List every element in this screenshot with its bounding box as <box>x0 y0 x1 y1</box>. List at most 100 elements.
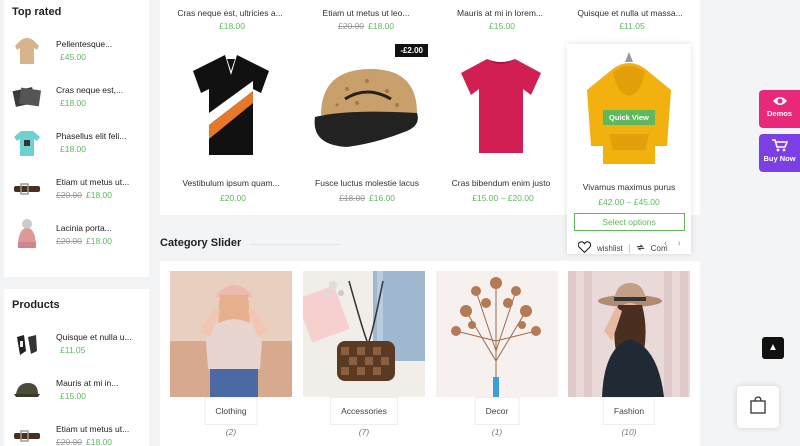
price: £15.00 <box>60 391 86 401</box>
category-card[interactable]: Fashion (10) <box>568 271 690 441</box>
category-label[interactable]: Accessories <box>330 397 398 425</box>
demos-button[interactable]: Demos <box>759 90 800 128</box>
product-card[interactable]: Vestibulum ipsum quam... £20.00 <box>166 40 296 210</box>
product-name[interactable]: Mauris at mi in... <box>56 377 118 390</box>
category-slider: Clothing (2) Accessories (7) Decor (1) F… <box>160 261 700 446</box>
old-price: £20.00 <box>56 236 82 246</box>
product-thumbnail[interactable] <box>12 373 42 407</box>
product-image[interactable] <box>166 40 296 170</box>
price: £11.05 <box>60 345 86 355</box>
price: £18.00 <box>60 98 86 108</box>
old-price: £20.00 <box>338 21 364 31</box>
price: £16.00 <box>369 193 395 203</box>
price: £11.05 <box>619 21 645 31</box>
section-title: Category Slider <box>160 237 242 249</box>
category-count: (1) <box>491 427 503 437</box>
category-card[interactable]: Accessories (7) <box>303 271 425 441</box>
product-thumbnail[interactable] <box>12 80 42 114</box>
product-card[interactable]: -£2.00 Fusce luctus molestie lacus £18.0… <box>302 40 432 210</box>
products-widget: Products Quisque et nulla u... £11.05 Ma… <box>4 289 149 446</box>
buy-now-button[interactable]: Buy Now <box>759 134 800 172</box>
product-card[interactable]: Etiam ut metus ut leo... £20.00 £18.00 <box>301 7 431 33</box>
price: £18.00 <box>86 437 112 446</box>
list-item[interactable]: Etiam ut metus ut... £20.00 £18.00 <box>12 413 141 446</box>
category-card[interactable]: Clothing (2) <box>170 271 292 441</box>
select-options-button[interactable]: Select options <box>573 213 685 231</box>
price: £18.00 <box>60 144 86 154</box>
product-name[interactable]: Vivamus maximus purus <box>567 182 691 192</box>
price: £20.00 <box>220 193 246 203</box>
category-image[interactable] <box>436 271 558 397</box>
product-thumbnail[interactable] <box>12 126 42 160</box>
product-image[interactable]: Quick View <box>567 46 691 174</box>
heart-icon[interactable] <box>577 241 592 255</box>
cart-icon <box>759 139 800 154</box>
category-label[interactable]: Fashion <box>602 397 656 425</box>
top-rated-title: Top rated <box>12 6 62 18</box>
product-name[interactable]: Lacinia porta... <box>56 222 112 235</box>
discount-badge: -£2.00 <box>395 44 428 57</box>
demos-label: Demos <box>766 109 792 118</box>
product-name[interactable]: Fusce luctus molestie lacus <box>302 178 432 188</box>
list-item[interactable]: Cras neque est,... £18.00 <box>12 74 141 120</box>
product-card[interactable]: Cras bibendum enim justo £15.00 – £20.00 <box>436 40 566 210</box>
product-card[interactable]: Quisque et nulla ut massa... £11.05 <box>565 7 695 33</box>
product-name[interactable]: Cras neque est,... <box>56 84 123 97</box>
product-thumbnail[interactable] <box>12 34 42 68</box>
price: £18.00 <box>86 236 112 246</box>
product-name[interactable]: Cras bibendum enim justo <box>436 178 566 188</box>
back-to-top-button[interactable]: ▲ <box>762 337 784 359</box>
list-item[interactable]: Etiam ut metus ut... £20.00 £18.00 <box>12 166 141 212</box>
category-image[interactable] <box>303 271 425 397</box>
category-label[interactable]: Decor <box>474 397 520 425</box>
category-card[interactable]: Decor (1) <box>436 271 558 441</box>
product-name[interactable]: Cras neque est, ultricies a... <box>165 7 295 20</box>
category-label[interactable]: Clothing <box>204 397 258 425</box>
product-name[interactable]: Mauris at mi in lorem... <box>435 7 565 20</box>
divider <box>250 244 340 245</box>
product-name[interactable]: Etiam ut metus ut... <box>56 176 129 189</box>
product-name[interactable]: Etiam ut metus ut leo... <box>301 7 431 20</box>
product-card[interactable]: Mauris at mi in lorem... £15.00 <box>435 7 565 33</box>
list-item[interactable]: Lacinia porta... £20.00 £18.00 <box>12 212 141 258</box>
list-item[interactable]: Mauris at mi in... £15.00 <box>12 367 141 413</box>
product-image[interactable]: -£2.00 <box>302 40 432 170</box>
price: £18.00 <box>86 190 112 200</box>
chevron-left-icon[interactable]: ‹ <box>664 238 667 249</box>
product-thumbnail[interactable] <box>12 327 42 361</box>
price: £15.00 – £20.00 <box>472 193 534 203</box>
product-name[interactable]: Quisque et nulla ut massa... <box>565 7 695 20</box>
product-name[interactable]: Pellentesque... <box>56 38 112 51</box>
list-item[interactable]: Phasellus elit feli... £18.00 <box>12 120 141 166</box>
product-thumbnail[interactable] <box>12 172 42 206</box>
mini-cart-button[interactable] <box>737 386 779 428</box>
quick-view-button[interactable]: Quick View <box>603 110 655 125</box>
list-item[interactable]: Quisque et nulla u... £11.05 <box>12 321 141 367</box>
wishlist-link[interactable]: wishlist <box>597 244 623 253</box>
category-count: (7) <box>358 427 370 437</box>
chevron-right-icon[interactable]: › <box>677 238 680 249</box>
category-count: (10) <box>621 427 637 437</box>
product-thumbnail[interactable] <box>12 419 42 446</box>
product-name[interactable]: Vestibulum ipsum quam... <box>166 178 296 188</box>
product-card-hovered[interactable]: Quick View Vivamus maximus purus £42.00 … <box>567 44 691 254</box>
product-row-previous: Cras neque est, ultricies a... £18.00 Et… <box>160 0 700 34</box>
product-card[interactable]: Cras neque est, ultricies a... £18.00 <box>165 7 295 33</box>
compare-icon[interactable] <box>636 243 645 254</box>
products-title: Products <box>12 299 60 311</box>
product-thumbnail[interactable] <box>12 218 42 252</box>
list-item[interactable]: Pellentesque... £45.00 <box>12 28 141 74</box>
product-name[interactable]: Quisque et nulla u... <box>56 331 132 344</box>
product-name[interactable]: Phasellus elit feli... <box>56 130 126 143</box>
price: £15.00 <box>489 21 515 31</box>
product-name[interactable]: Etiam ut metus ut... <box>56 423 129 436</box>
product-image[interactable] <box>436 40 566 170</box>
top-rated-widget: Top rated Pellentesque... £45.00 Cras ne… <box>4 0 149 277</box>
old-price: £20.00 <box>56 437 82 446</box>
price: £45.00 <box>60 52 86 62</box>
category-image[interactable] <box>170 271 292 397</box>
carousel-arrows: ‹ › <box>664 238 681 249</box>
price: £18.00 <box>219 21 245 31</box>
category-image[interactable] <box>568 271 690 397</box>
price: £42.00 – £45.00 <box>598 197 660 207</box>
